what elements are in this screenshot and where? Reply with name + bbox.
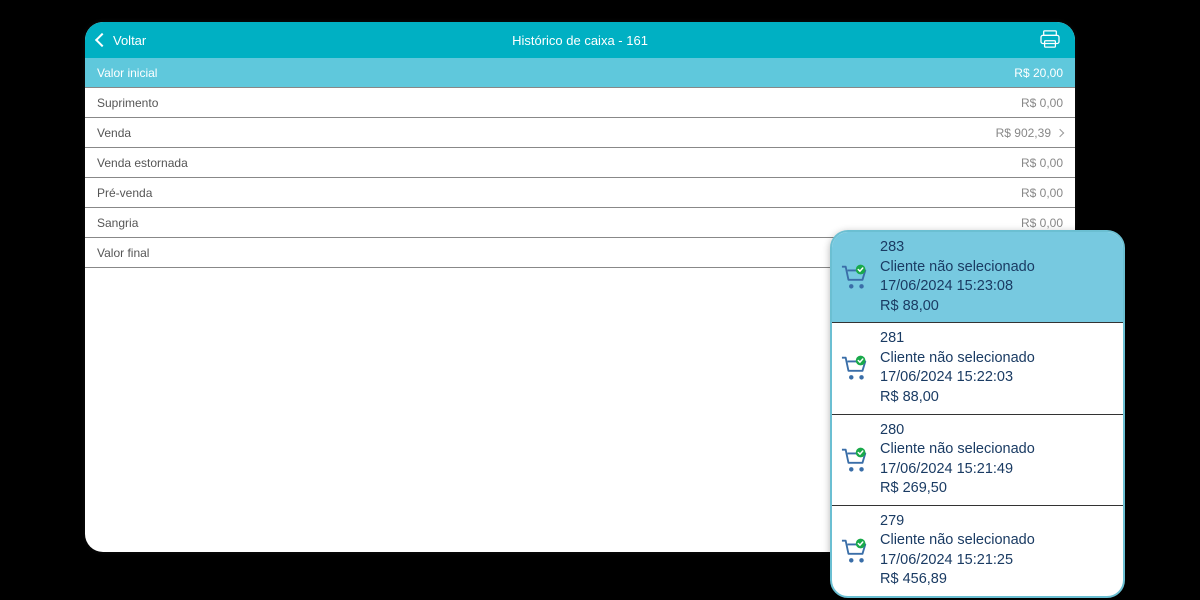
row-value: R$ 902,39 — [996, 126, 1051, 140]
sale-amount: R$ 88,00 — [880, 388, 1035, 408]
sale-amount: R$ 88,00 — [880, 297, 1035, 317]
sale-id: 281 — [880, 329, 1035, 349]
sale-id: 279 — [880, 512, 1035, 532]
sale-datetime: 17/06/2024 15:21:49 — [880, 460, 1035, 480]
chevron-left-icon — [95, 33, 109, 47]
row-label: Venda — [97, 126, 131, 140]
sale-datetime: 17/06/2024 15:22:03 — [880, 368, 1035, 388]
row-value: R$ 0,00 — [1021, 216, 1063, 230]
summary-row[interactable]: Venda R$ 902,39 — [85, 118, 1075, 148]
chevron-right-icon — [1056, 128, 1064, 136]
sale-datetime: 17/06/2024 15:23:08 — [880, 277, 1035, 297]
sale-id: 283 — [880, 238, 1035, 258]
sale-customer: Cliente não selecionado — [880, 531, 1035, 551]
row-value: R$ 0,00 — [1021, 96, 1063, 110]
sale-customer: Cliente não selecionado — [880, 349, 1035, 369]
row-label: Pré-venda — [97, 186, 152, 200]
print-button[interactable] — [1039, 30, 1061, 48]
sale-datetime: 17/06/2024 15:21:25 — [880, 551, 1035, 571]
back-button[interactable]: Voltar — [97, 33, 146, 48]
cart-check-icon — [838, 343, 872, 393]
sale-amount: R$ 269,50 — [880, 479, 1035, 499]
row-label: Venda estornada — [97, 156, 188, 170]
row-label: Suprimento — [97, 96, 158, 110]
sale-text: 279Cliente não selecionado17/06/2024 15:… — [880, 512, 1035, 590]
sale-id: 280 — [880, 421, 1035, 441]
cart-check-icon — [838, 252, 872, 302]
printer-icon — [1039, 30, 1061, 48]
summary-row: Pré-venda R$ 0,00 — [85, 178, 1075, 208]
sale-text: 281Cliente não selecionado17/06/2024 15:… — [880, 329, 1035, 407]
sale-item[interactable]: 283Cliente não selecionado17/06/2024 15:… — [832, 232, 1123, 323]
sale-item[interactable]: 279Cliente não selecionado17/06/2024 15:… — [832, 506, 1123, 596]
sale-item[interactable]: 281Cliente não selecionado17/06/2024 15:… — [832, 323, 1123, 414]
row-label: Valor final — [97, 246, 149, 260]
row-label: Valor inicial — [97, 66, 157, 80]
cart-check-icon — [838, 526, 872, 576]
row-value: R$ 0,00 — [1021, 186, 1063, 200]
sale-customer: Cliente não selecionado — [880, 440, 1035, 460]
summary-row: Valor inicial R$ 20,00 — [85, 58, 1075, 88]
sale-customer: Cliente não selecionado — [880, 258, 1035, 278]
summary-row: Suprimento R$ 0,00 — [85, 88, 1075, 118]
sale-text: 280Cliente não selecionado17/06/2024 15:… — [880, 421, 1035, 499]
row-value: R$ 0,00 — [1021, 156, 1063, 170]
page-title: Histórico de caixa - 161 — [512, 33, 648, 48]
title-bar: Voltar Histórico de caixa - 161 — [85, 22, 1075, 58]
row-value: R$ 20,00 — [1014, 66, 1063, 80]
cart-check-icon — [838, 435, 872, 485]
sale-text: 283Cliente não selecionado17/06/2024 15:… — [880, 238, 1035, 316]
back-label: Voltar — [113, 33, 146, 48]
summary-row: Venda estornada R$ 0,00 — [85, 148, 1075, 178]
sale-amount: R$ 456,89 — [880, 570, 1035, 590]
sale-item[interactable]: 280Cliente não selecionado17/06/2024 15:… — [832, 415, 1123, 506]
row-label: Sangria — [97, 216, 138, 230]
sales-panel: 283Cliente não selecionado17/06/2024 15:… — [830, 230, 1125, 598]
